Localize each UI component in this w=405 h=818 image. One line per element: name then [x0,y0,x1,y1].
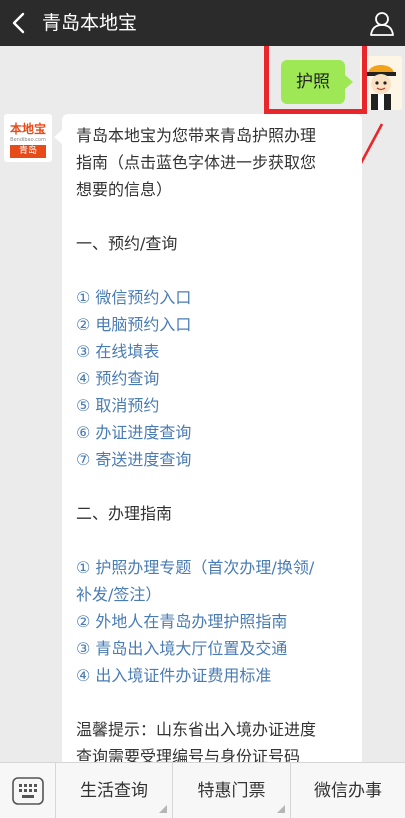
logo-city: 青岛 [10,145,46,158]
message-line: 青岛本地宝为您带来青岛护照办理 [76,126,317,145]
menu-label: 特惠门票 [197,781,266,801]
section-heading-guide: 二、办理指南 [76,504,173,523]
link-passport-topic-cont[interactable]: 补发/签注） [76,581,348,608]
link-passport-topic[interactable]: ① 护照办理专题（首次办理/换领/ [76,554,348,581]
link-hall-location[interactable]: ③ 青岛出入境大厅位置及交通 [76,635,348,662]
back-chevron-icon[interactable] [8,9,32,37]
link-progress-query[interactable]: ⑥ 办证进度查询 [76,419,348,446]
menu-life-query[interactable]: 生活查询 [56,763,173,818]
person-icon[interactable] [369,10,395,36]
tip-line: 查询需要受理编号与身份证号码 [76,747,301,762]
keyboard-toggle-button[interactable] [0,763,56,818]
incoming-message-bubble: 青岛本地宝为您带来青岛护照办理 指南（点击蓝色字体进一步获取您 想要的信息） 一… [54,114,362,762]
link-booking-query[interactable]: ④ 预约查询 [76,365,348,392]
menu-wechat-services[interactable]: 微信办事 [291,763,405,818]
bottom-menu-bar: 生活查询 特惠门票 微信办事 [0,762,405,818]
bendibao-logo-avatar[interactable]: 本地宝 Bendibao.com 青岛 [4,114,52,162]
submenu-triangle-icon [277,805,285,813]
section-heading-booking: 一、预约/查询 [76,234,178,253]
link-pc-booking[interactable]: ② 电脑预约入口 [76,311,348,338]
page-title: 青岛本地宝 [42,12,138,34]
submenu-triangle-icon [159,805,167,813]
tip-line: 温馨提示：山东省出入境办证进度 [76,720,317,739]
message-line: 想要的信息） [76,180,173,199]
link-nonlocal-guide[interactable]: ② 外地人在青岛办理护照指南 [76,608,348,635]
link-delivery-query[interactable]: ⑦ 寄送进度查询 [76,446,348,473]
link-fee-standard[interactable]: ④ 出入境证件办证费用标准 [76,662,348,689]
menu-label: 微信办事 [314,781,382,801]
menu-discount-tickets[interactable]: 特惠门票 [173,763,291,818]
logo-subtext: Bendibao.com [10,137,46,143]
link-wechat-booking[interactable]: ① 微信预约入口 [76,284,348,311]
highlight-annotation-box [264,46,367,114]
link-online-form[interactable]: ③ 在线填表 [76,338,348,365]
menu-label: 生活查询 [80,781,148,801]
keyboard-icon [12,777,44,805]
message-line: 指南（点击蓝色字体进一步获取您 [76,153,317,172]
link-cancel-booking[interactable]: ⑤ 取消预约 [76,392,348,419]
chat-area[interactable]: 护照 本地宝 Bendibao.com 青岛 青岛本地宝为您带来青岛护照办理 指… [0,46,405,762]
top-bar: 青岛本地宝 [0,0,405,46]
